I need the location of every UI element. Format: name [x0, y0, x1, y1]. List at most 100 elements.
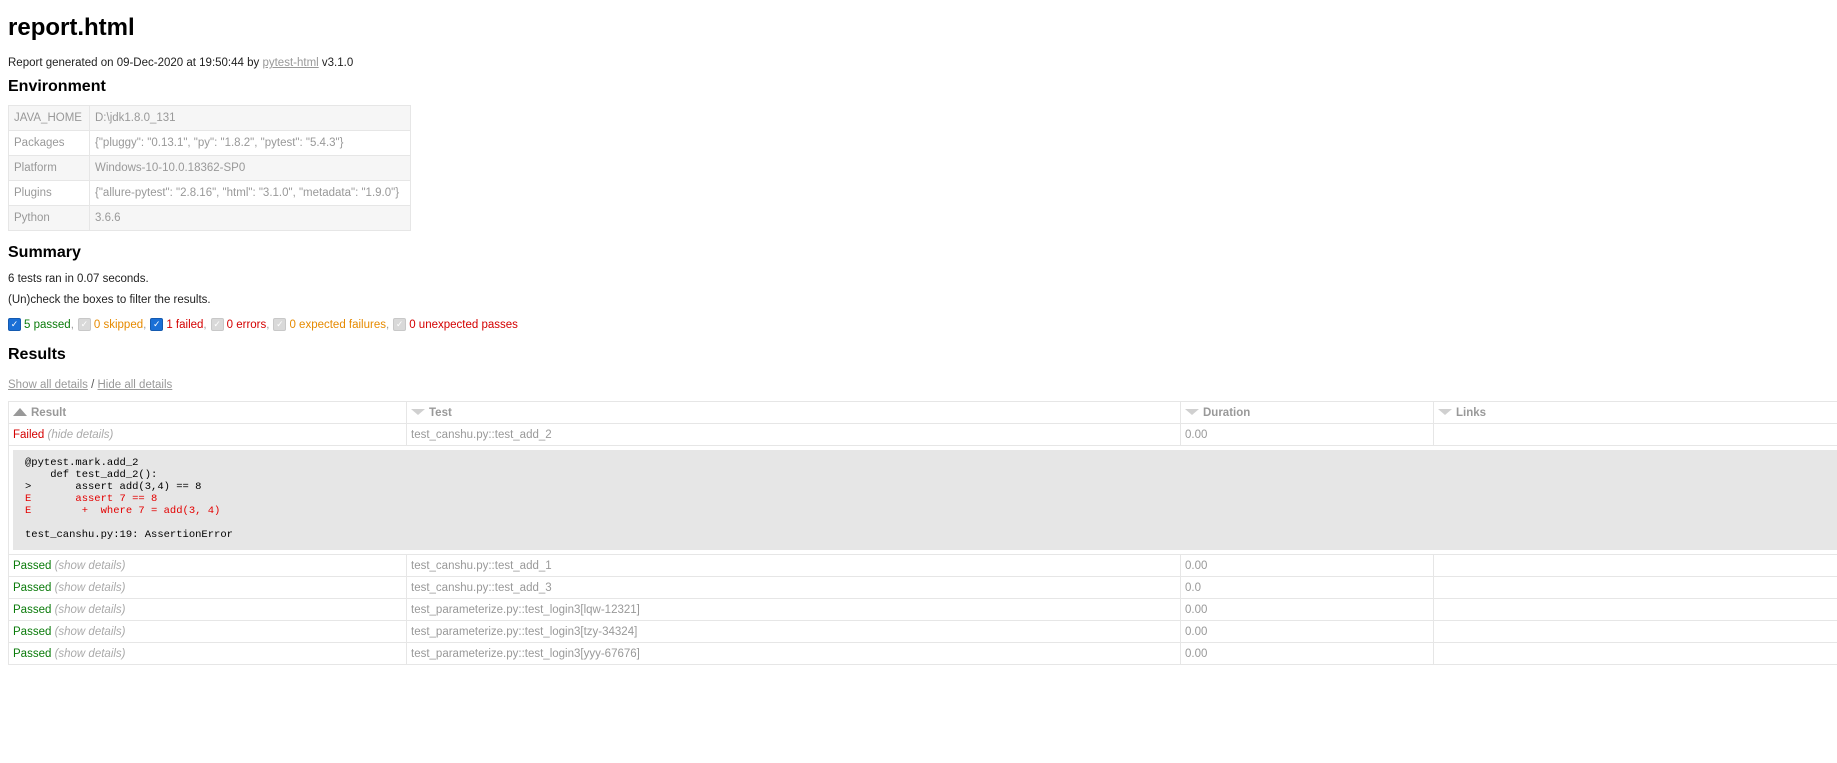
- pytest-html-link[interactable]: pytest-html: [262, 57, 318, 69]
- column-header-links[interactable]: Links: [1433, 401, 1837, 424]
- log-line: E assert 7 == 8: [25, 493, 158, 505]
- filter-failed: ✓ 1 failed,: [150, 318, 207, 331]
- log-line: test_canshu.py:19: AssertionError: [25, 529, 233, 541]
- duration-cell: 0.00: [1180, 620, 1434, 643]
- test-name-cell: test_parameterize.py::test_login3[lqw-12…: [406, 598, 1181, 621]
- filter-separator: ,: [386, 318, 390, 331]
- result-status: Passed: [13, 559, 52, 572]
- table-row: Passed (show details) test_canshu.py::tes…: [8, 554, 1837, 577]
- show-details-toggle[interactable]: (show details): [55, 648, 126, 660]
- links-cell: [1433, 423, 1837, 446]
- meta-suffix: v3.1.0: [318, 57, 354, 69]
- column-label: Links: [1456, 406, 1487, 419]
- hide-details-toggle[interactable]: (hide details): [48, 429, 114, 441]
- environment-table: JAVA_HOME D:\jdk1.8.0_131 Packages {"pluggy…: [8, 105, 411, 231]
- summary-line: 6 tests ran in 0.07 seconds.: [8, 273, 149, 285]
- filter-error: ✓ 0 errors,: [210, 318, 270, 331]
- test-name-cell: test_parameterize.py::test_login3[yyy-67…: [406, 642, 1181, 665]
- hide-all-details-link[interactable]: Hide all details: [98, 379, 173, 391]
- result-status: Passed: [13, 647, 52, 660]
- results-table: Result Test Duration Links Failed (hide …: [8, 401, 1837, 665]
- filter-separator: ,: [203, 318, 207, 331]
- environment-row: JAVA_HOME D:\jdk1.8.0_131: [8, 105, 411, 131]
- table-row: Passed (show details) test_parameterize.p…: [8, 620, 1837, 643]
- environment-heading: Environment: [8, 78, 106, 95]
- environment-key: Platform: [8, 155, 90, 181]
- duration-cell: 0.00: [1180, 423, 1434, 446]
- sort-ascending-icon: [13, 408, 27, 417]
- environment-key: Packages: [8, 130, 90, 156]
- filter-xfailed: ✓ 0 expected failures,: [273, 318, 389, 331]
- table-row: Passed (show details) test_canshu.py::tes…: [8, 576, 1837, 599]
- show-details-toggle[interactable]: (show details): [55, 582, 126, 594]
- filter-skipped: ✓ 0 skipped,: [77, 318, 147, 331]
- column-label: Duration: [1203, 406, 1251, 419]
- links-cell: [1433, 620, 1837, 643]
- result-status: Passed: [13, 625, 52, 638]
- result-cell: Failed (hide details): [8, 423, 407, 446]
- environment-key: Plugins: [8, 180, 90, 206]
- links-cell: [1433, 598, 1837, 621]
- environment-value: 3.6.6: [89, 205, 411, 231]
- environment-key: Python: [8, 205, 90, 231]
- filter-separator: ,: [266, 318, 270, 331]
- filter-checkbox[interactable]: ✓: [150, 318, 164, 331]
- show-details-toggle[interactable]: (show details): [55, 626, 126, 638]
- filter-separator: ,: [143, 318, 147, 331]
- duration-cell: 0.00: [1180, 642, 1434, 665]
- filter-label: 0 unexpected passes: [409, 318, 518, 331]
- filter-checkbox[interactable]: ✓: [8, 318, 21, 331]
- filter-checkbox[interactable]: ✓: [393, 318, 407, 331]
- result-filters: ✓ 5 passed, ✓ 0 skipped, ✓ 1 failed, ✓ 0 errors…: [8, 318, 1837, 331]
- filter-label: 0 skipped: [93, 318, 144, 331]
- result-cell: Passed (show details): [8, 642, 407, 665]
- column-label: Test: [429, 406, 452, 419]
- environment-value: {"allure-pytest": "2.8.16", "html": "3.1…: [89, 180, 411, 206]
- filter-label: 0 errors: [226, 318, 267, 331]
- test-name-cell: test_canshu.py::test_add_3: [406, 576, 1181, 599]
- column-label: Result: [31, 406, 67, 419]
- sort-icon: [1185, 409, 1199, 416]
- log-cell: @pytest.mark.add_2 def test_add_2(): > as…: [8, 445, 1837, 555]
- duration-cell: 0.00: [1180, 554, 1434, 577]
- page-title: report.html: [8, 14, 135, 41]
- result-status: Failed: [13, 428, 45, 441]
- test-name-cell: test_parameterize.py::test_login3[tzy-34…: [406, 620, 1181, 643]
- results-header-row: Result Test Duration Links: [8, 401, 1837, 424]
- filter-label: 0 expected failures: [289, 318, 386, 331]
- environment-value: Windows-10-10.0.18362-SP0: [89, 155, 411, 181]
- log-row: @pytest.mark.add_2 def test_add_2(): > as…: [8, 445, 1837, 555]
- environment-row: Packages {"pluggy": "0.13.1", "py": "1.8.…: [8, 130, 411, 156]
- result-cell: Passed (show details): [8, 620, 407, 643]
- table-row: Failed (hide details) test_canshu.py::te…: [8, 423, 1837, 446]
- log-line: def test_add_2():: [25, 469, 158, 481]
- links-cell: [1433, 554, 1837, 577]
- column-header-result[interactable]: Result: [8, 401, 407, 424]
- column-header-duration[interactable]: Duration: [1180, 401, 1434, 424]
- environment-row: Platform Windows-10-10.0.18362-SP0: [8, 155, 411, 181]
- filter-passed: ✓ 5 passed,: [8, 318, 74, 331]
- test-name-cell: test_canshu.py::test_add_2: [406, 423, 1181, 446]
- environment-key: JAVA_HOME: [8, 105, 90, 131]
- show-details-toggle[interactable]: (show details): [55, 604, 126, 616]
- show-details-toggle[interactable]: (show details): [55, 560, 126, 572]
- filter-checkbox[interactable]: ✓: [210, 318, 224, 331]
- filter-checkbox[interactable]: ✓: [77, 318, 91, 331]
- filter-checkbox[interactable]: ✓: [273, 318, 287, 331]
- results-heading: Results: [8, 346, 66, 363]
- table-row: Passed (show details) test_parameterize.p…: [8, 642, 1837, 665]
- log-line: > assert add(3,4) == 8: [25, 481, 202, 493]
- sort-icon: [411, 409, 425, 416]
- show-all-details-link[interactable]: Show all details: [8, 379, 88, 391]
- filter-hint: (Un)check the boxes to filter the result…: [8, 294, 211, 306]
- duration-cell: 0.00: [1180, 598, 1434, 621]
- column-header-test[interactable]: Test: [406, 401, 1181, 424]
- result-status: Passed: [13, 581, 52, 594]
- result-cell: Passed (show details): [8, 554, 407, 577]
- summary-heading: Summary: [8, 244, 81, 261]
- filter-label: 5 passed: [24, 318, 71, 331]
- result-cell: Passed (show details): [8, 598, 407, 621]
- log-line: E + where 7 = add(3, 4): [25, 505, 221, 517]
- filter-label: 1 failed: [166, 318, 204, 331]
